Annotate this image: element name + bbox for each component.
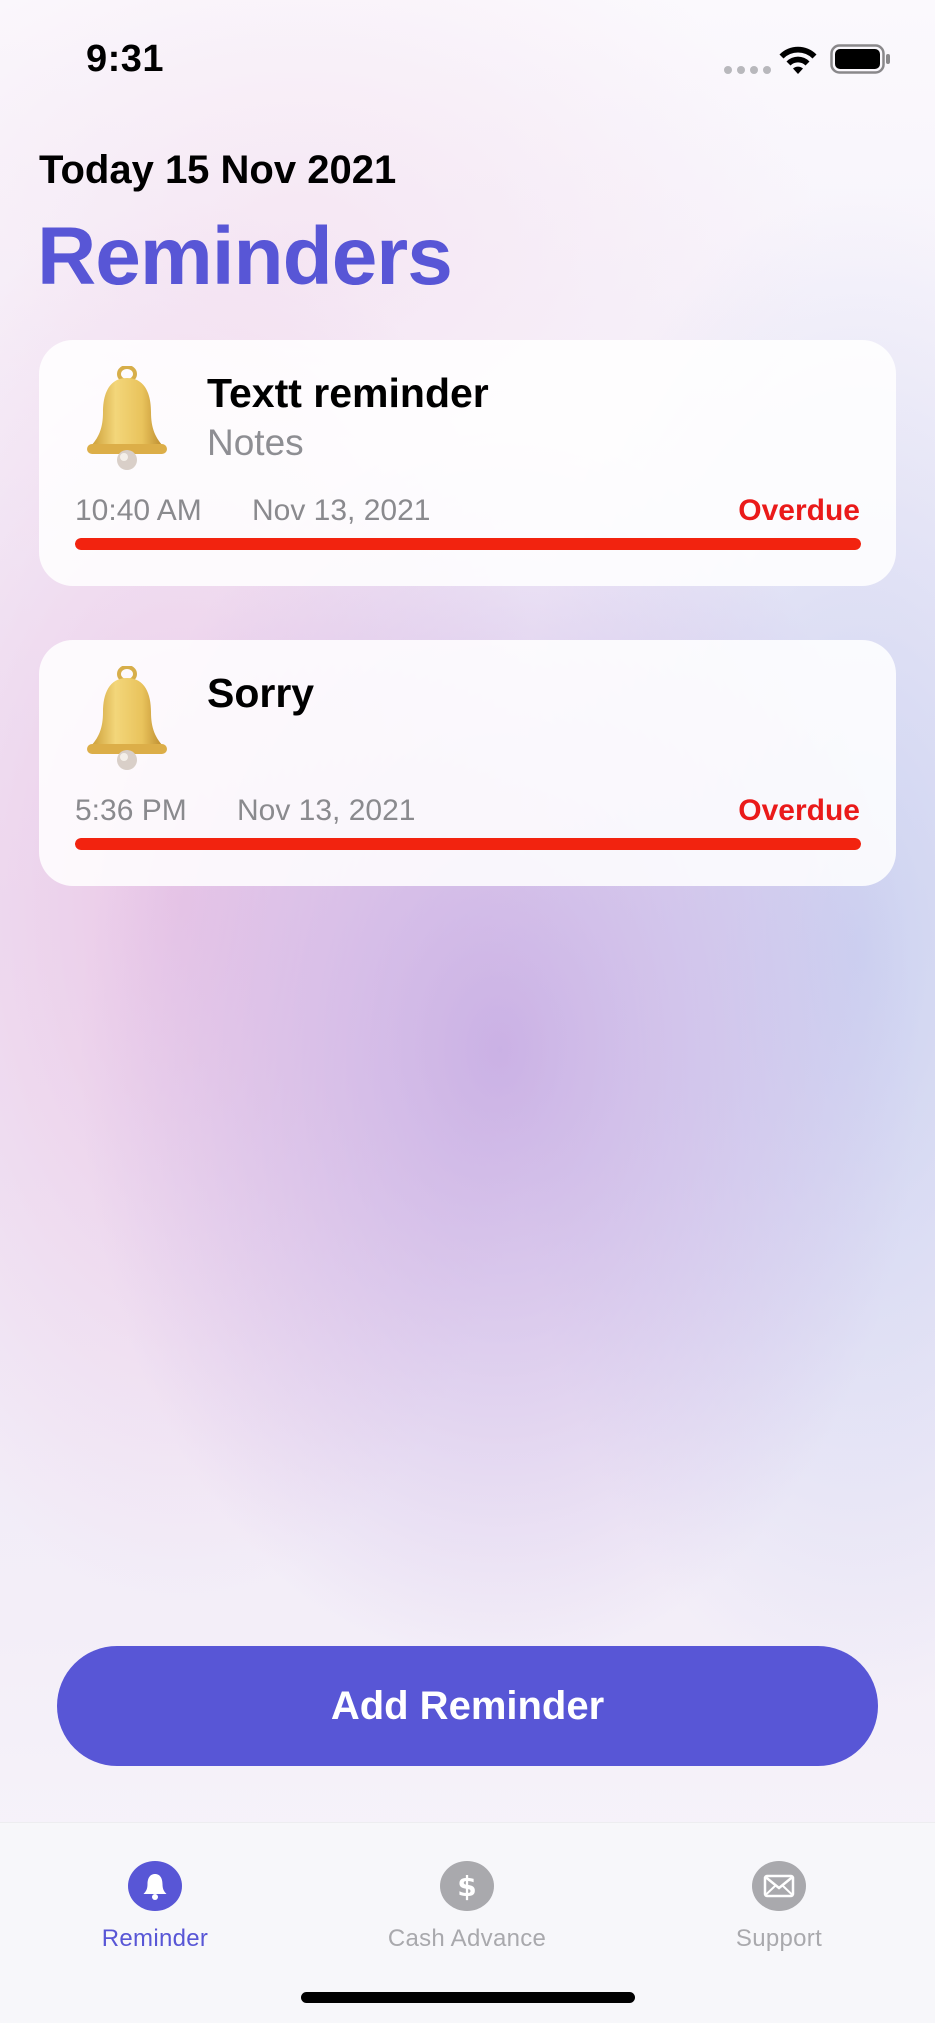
bell-icon xyxy=(128,1861,182,1911)
cellular-signal-icon xyxy=(724,66,771,74)
reminder-card[interactable]: Textt reminder Notes 10:40 AM Nov 13, 20… xyxy=(39,340,896,586)
tab-label: Cash Advance xyxy=(387,1925,547,1952)
reminder-title: Textt reminder xyxy=(207,370,489,416)
status-time: 9:31 xyxy=(86,38,165,80)
reminder-notes: Notes xyxy=(207,422,304,463)
reminder-time: 10:40 AM xyxy=(75,494,202,527)
tab-label: Support xyxy=(735,1925,823,1952)
envelope-icon xyxy=(752,1861,806,1911)
reminder-progress-bar xyxy=(75,838,861,850)
bell-icon xyxy=(87,666,167,770)
reminder-title: Sorry xyxy=(207,670,315,716)
svg-text:$: $ xyxy=(457,1870,476,1903)
status-bar: 9:31 xyxy=(0,0,935,120)
today-date: Today 15 Nov 2021 xyxy=(39,148,397,192)
reminder-progress-bar xyxy=(75,538,861,550)
reminder-time: 5:36 PM xyxy=(75,794,187,827)
status-badge: Overdue xyxy=(738,794,860,827)
bell-icon xyxy=(87,366,167,470)
dollar-icon: $ xyxy=(440,1861,494,1911)
reminder-progress-fill xyxy=(75,538,861,550)
page-title: Reminders xyxy=(37,211,453,302)
reminder-date: Nov 13, 2021 xyxy=(252,494,431,527)
tab-reminder[interactable]: Reminder xyxy=(35,1843,275,1953)
tab-cash-advance[interactable]: $ Cash Advance xyxy=(347,1843,587,1953)
reminder-card[interactable]: Sorry 5:36 PM Nov 13, 2021 Overdue xyxy=(39,640,896,886)
home-indicator[interactable] xyxy=(301,1992,635,2003)
status-badge: Overdue xyxy=(738,494,860,527)
tab-label: Reminder xyxy=(101,1925,209,1952)
add-reminder-button[interactable]: Add Reminder xyxy=(57,1646,878,1766)
battery-icon xyxy=(830,44,890,74)
tab-support[interactable]: Support xyxy=(659,1843,899,1953)
reminder-progress-fill xyxy=(75,838,861,850)
reminder-date: Nov 13, 2021 xyxy=(237,794,416,827)
wifi-icon xyxy=(779,46,817,74)
